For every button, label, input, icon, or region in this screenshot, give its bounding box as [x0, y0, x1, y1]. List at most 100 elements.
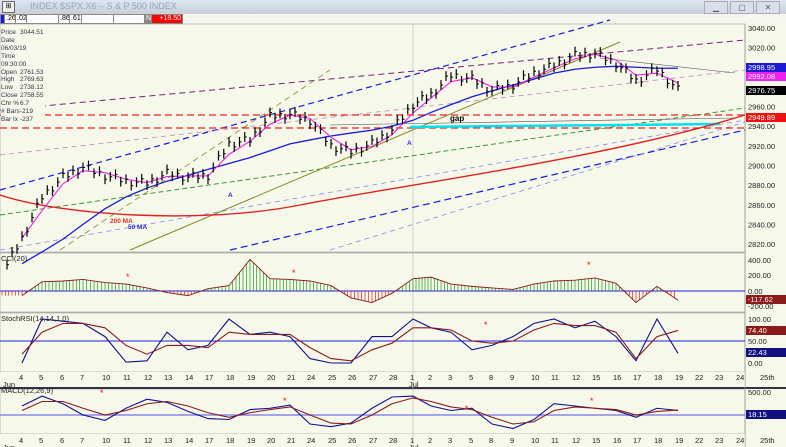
date-label: 5 — [469, 436, 473, 445]
date-label: 9 — [510, 436, 514, 445]
date-label: 21 — [287, 373, 295, 382]
info-key: Price — [1, 29, 16, 36]
date-label: 12 — [144, 373, 152, 382]
date-label: 17 — [205, 373, 213, 382]
signal-star-icon: * — [292, 268, 296, 278]
date-label: 13 — [164, 373, 172, 382]
date-label: 18 — [654, 436, 662, 445]
date-label: 5 — [39, 373, 43, 382]
date-label: 23 — [715, 436, 723, 445]
date-label: 10 — [531, 373, 539, 382]
macd-panel — [0, 388, 746, 435]
y-tick-label: 2880.00 — [748, 181, 775, 190]
date-label: 24 — [307, 436, 315, 445]
y-tick-label: 2920.00 — [748, 142, 775, 151]
date-label: 28 — [389, 373, 397, 382]
cci-tick-label: 200.00 — [748, 271, 771, 280]
date-label: 19 — [675, 436, 683, 445]
info-key: Chr % — [1, 100, 20, 108]
y-tick-label: 3040.00 — [748, 24, 775, 33]
signal-star-icon: * — [126, 272, 130, 282]
y-tick-label: 2940.00 — [748, 122, 775, 131]
date-label: 11 — [123, 373, 131, 382]
date-label: 19 — [247, 436, 255, 445]
info-key: High — [1, 76, 15, 84]
date-label: 28 — [389, 436, 397, 445]
date-label: 16 — [613, 373, 621, 382]
value-badge: 74.40 — [746, 326, 786, 335]
stoch-tick-label: 50.00 — [748, 337, 767, 346]
cci-panel — [0, 252, 746, 313]
signal-star-icon: * — [100, 388, 104, 398]
signal-star-icon: * — [587, 260, 591, 270]
date-label: 16 — [613, 436, 621, 445]
date-label: 12 — [572, 436, 580, 445]
date-label: 7 — [80, 436, 84, 445]
date-label: 5 — [39, 436, 43, 445]
date-label: 12 — [572, 373, 580, 382]
date-label: 25th — [760, 436, 775, 445]
month-label: Jul — [409, 443, 419, 447]
cci-tick-label: 400.00 — [748, 256, 771, 265]
stochrsi-panel — [0, 312, 746, 373]
date-label: 18 — [654, 373, 662, 382]
value-badge: 2976.75 — [746, 86, 786, 95]
value-badge: 2949.89 — [746, 113, 786, 122]
date-label: 11 — [123, 436, 131, 445]
value-badge: 2992.08 — [746, 72, 786, 81]
month-label: Jun — [3, 380, 15, 389]
info-value: 2738.12 — [20, 84, 44, 92]
date-label: 11 — [551, 373, 559, 382]
value-badge: -117.62 — [746, 295, 786, 304]
signal-star-icon: * — [465, 404, 469, 414]
date-label: 4 — [19, 373, 23, 382]
info-value: 06/03/19 — [1, 44, 27, 52]
date-label: 15 — [592, 436, 600, 445]
date-label: 11 — [551, 436, 559, 445]
date-label: 20 — [267, 373, 275, 382]
date-label: 25th — [760, 373, 775, 382]
date-label: 17 — [633, 373, 641, 382]
date-label: 25 — [328, 436, 336, 445]
info-row: Time09:30:00 — [1, 53, 45, 69]
info-value: 3044.51 — [20, 29, 44, 36]
date-label: 26 — [348, 436, 356, 445]
y-tick-label: 3020.00 — [748, 44, 775, 53]
date-label: 22 — [695, 373, 703, 382]
stoch-tick-label: 100.00 — [748, 315, 771, 324]
info-key: Open — [1, 68, 17, 76]
stoch-tick-label: 0.00 — [748, 359, 763, 368]
date-label: 22 — [695, 436, 703, 445]
chart-annotation: gap — [450, 114, 464, 123]
info-row: High 2769.63 — [1, 76, 45, 84]
date-label: 18 — [226, 373, 234, 382]
date-label: 8 — [489, 373, 493, 382]
date-label: 12 — [144, 436, 152, 445]
date-label: 27 — [369, 436, 377, 445]
date-label: 27 — [369, 373, 377, 382]
date-label: 2 — [428, 436, 432, 445]
date-label: 14 — [185, 436, 193, 445]
info-key: Time — [1, 52, 16, 60]
date-label: 19 — [247, 373, 255, 382]
chart-area[interactable]: 3040.003020.002960.002940.002920.002900.… — [0, 0, 786, 447]
y-tick-label: 2820.00 — [748, 240, 775, 249]
info-key: Date — [1, 36, 15, 44]
info-row: Close 2758.55 — [1, 92, 45, 100]
date-label: 5 — [469, 373, 473, 382]
y-tick-label: 2840.00 — [748, 220, 775, 229]
y-tick-label: 2860.00 — [748, 201, 775, 210]
y-tick-label: 2900.00 — [748, 161, 775, 170]
signal-star-icon: * — [590, 396, 594, 406]
date-label: 24 — [736, 436, 744, 445]
info-row: Price 3044.51 — [1, 29, 45, 37]
info-value: -219 — [20, 108, 34, 116]
date-label: 9 — [510, 373, 514, 382]
date-label: 14 — [185, 373, 193, 382]
date-label: 15 — [592, 373, 600, 382]
stochrsi-title: StochRSI(14,14,1,0) — [1, 314, 69, 323]
date-label: 6 — [60, 436, 64, 445]
y-tick-label: 2960.00 — [748, 103, 775, 112]
info-value: 2761.53 — [20, 68, 44, 76]
info-value: -237 — [20, 115, 34, 123]
